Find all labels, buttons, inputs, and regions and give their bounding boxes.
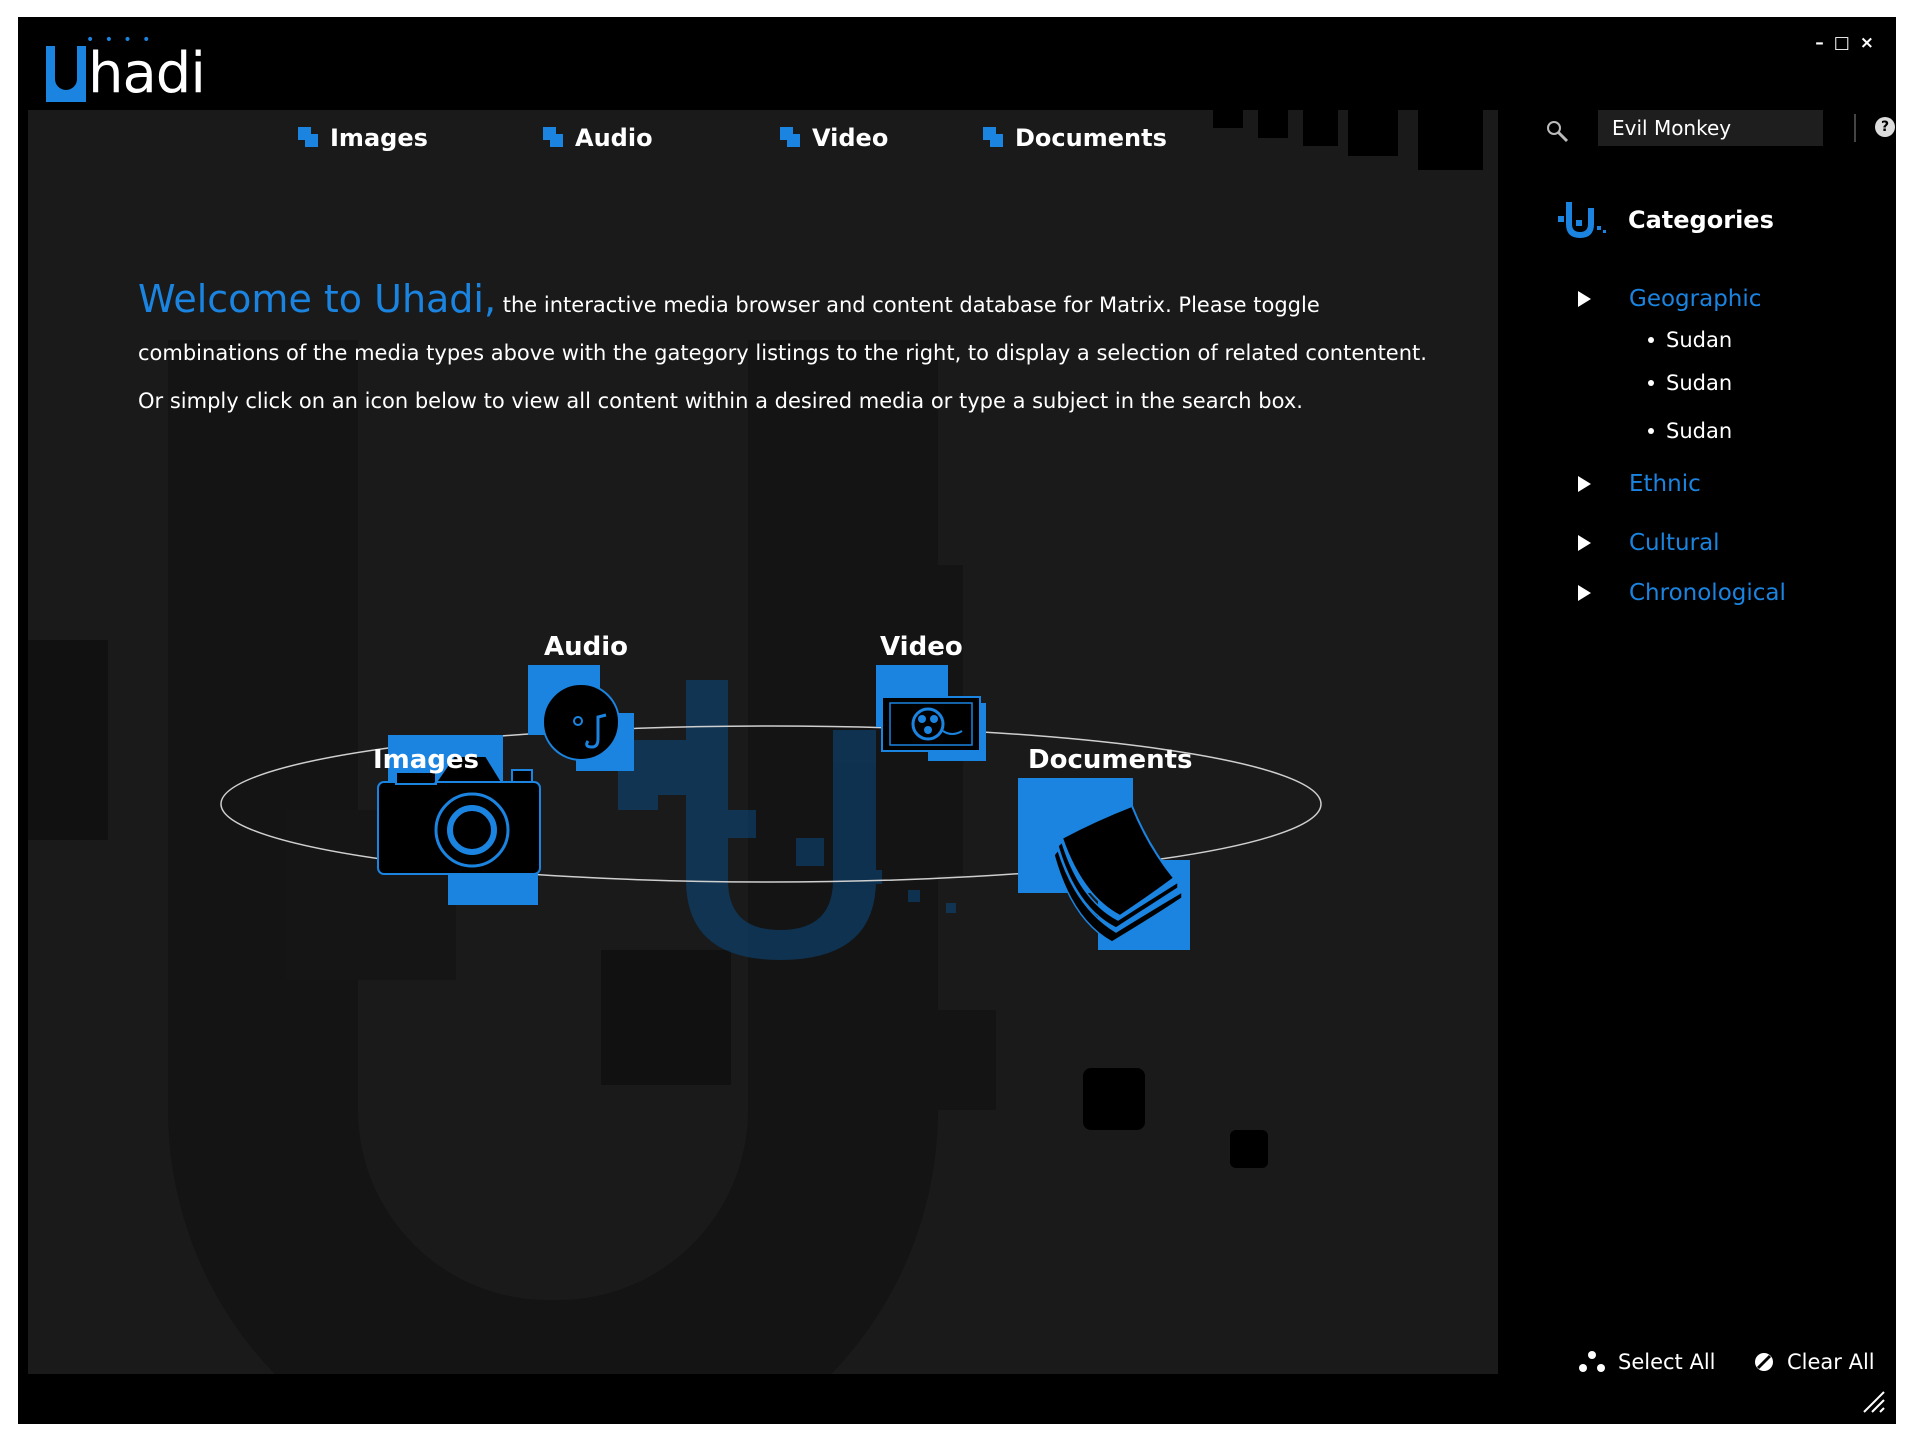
clear-circle-icon [1755,1353,1773,1371]
category-label: Geographic [1629,286,1762,312]
app-window: • • • • hadi – □ × Images Audio Video Do… [18,17,1896,1424]
background-square [1083,1068,1145,1130]
category-label: Cultural [1629,530,1720,556]
maximize-button[interactable]: □ [1834,35,1850,52]
subcategory-item[interactable]: Sudan [1648,419,1732,443]
nav-video-label: Video [812,124,889,152]
music-note-icon [542,683,620,761]
select-all-button[interactable]: Select All [1578,1350,1716,1374]
logo-u-mark [46,46,86,102]
resize-grip-icon[interactable] [1860,1388,1886,1414]
category-ethnic[interactable]: Ethnic [1578,471,1701,497]
blue-squares-icon [780,127,802,149]
blue-squares-icon [543,127,565,149]
logo-dots: • • • • [86,32,154,48]
close-button[interactable]: × [1860,35,1874,52]
bullet-icon [1648,380,1654,386]
subcategory-item[interactable]: Sudan [1648,328,1732,352]
category-cultural[interactable]: Cultural [1578,530,1720,556]
categories-u-icon [1558,202,1606,238]
welcome-intro: Welcome to Uhadi, the interactive media … [138,275,1438,425]
audio-media-label: Audio [544,632,629,662]
expand-triangle-icon [1578,585,1591,601]
documents-media-label: Documents [1028,745,1193,775]
search-divider [1854,114,1856,142]
document-stack-icon [1053,804,1183,943]
clear-all-button[interactable]: Clear All [1753,1350,1875,1374]
search-icon[interactable] [1544,118,1570,144]
nav-video[interactable]: Video [780,124,888,152]
bullet-icon [1648,337,1654,343]
media-type-nav: Images Audio Video Documents [28,124,1498,164]
search-input[interactable] [1598,110,1823,146]
expand-triangle-icon [1578,476,1591,492]
expand-triangle-icon [1578,291,1591,307]
background-square [601,950,731,1085]
video-media-button[interactable] [876,665,1001,775]
categories-sidebar: ? Categories Geographic Sudan Sudan [1518,110,1895,1374]
nav-images[interactable]: Images [298,124,428,152]
category-label: Ethnic [1629,471,1701,497]
blue-squares-icon [983,127,1005,149]
nav-documents-label: Documents [1015,124,1167,152]
subcategory-label: Sudan [1666,328,1733,352]
video-media-label: Video [880,632,963,662]
background-square [901,1010,996,1110]
subcategory-label: Sudan [1666,371,1733,395]
subcategory-label: Sudan [1666,419,1733,443]
subcategory-item[interactable]: Sudan [1648,371,1732,395]
bullet-icon [1648,428,1654,434]
documents-media-button[interactable] [1018,778,1218,958]
nav-audio-label: Audio [575,124,653,152]
main-panel: Images Audio Video Documents Welcome to … [28,110,1498,1374]
help-icon[interactable]: ? [1875,117,1895,137]
categories-header: Categories [1556,200,1774,240]
film-reel-icon [881,696,981,752]
categories-title: Categories [1628,206,1774,234]
nav-audio[interactable]: Audio [543,124,653,152]
select-all-label: Select All [1618,1350,1716,1374]
blue-squares-icon [298,127,320,149]
expand-triangle-icon [1578,535,1591,551]
window-controls: – □ × [1815,35,1874,52]
minimize-button[interactable]: – [1815,35,1824,52]
category-chronological[interactable]: Chronological [1578,580,1786,606]
audio-media-button[interactable] [528,665,648,780]
category-geographic[interactable]: Geographic [1578,286,1761,312]
uhadi-logo: • • • • hadi [46,32,206,106]
nav-documents[interactable]: Documents [983,124,1167,152]
clear-all-label: Clear All [1787,1350,1875,1374]
category-label: Chronological [1629,580,1786,606]
background-square [1230,1130,1268,1168]
welcome-heading: Welcome to Uhadi, [138,277,497,321]
dots-icon [1579,1351,1605,1372]
images-media-label: Images [373,745,480,775]
logo-wordmark: hadi [88,41,206,106]
background-square [28,640,108,840]
nav-images-label: Images [330,124,428,152]
